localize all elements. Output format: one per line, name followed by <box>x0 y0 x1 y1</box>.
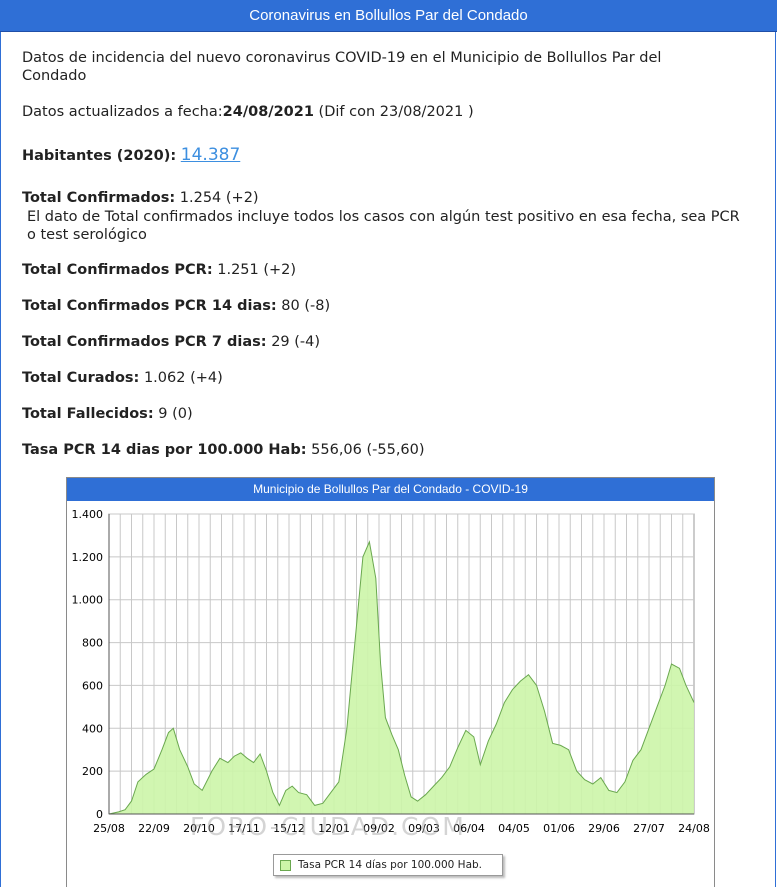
page-title-bar: Coronavirus en Bollullos Par del Condado <box>0 0 777 32</box>
x-tick-label: 09/03 <box>408 822 440 835</box>
x-tick-label: 27/07 <box>633 822 665 835</box>
stat-label: Total Confirmados PCR 7 dias: <box>22 334 267 350</box>
stat-label: Tasa PCR 14 dias por 100.000 Hab: <box>22 442 307 458</box>
chart-legend: Tasa PCR 14 días por 100.000 Hab. <box>273 854 503 876</box>
stat-confirmados: Total Confirmados: 1.254 (+2) <box>22 189 259 207</box>
stat-value: 1.062 (+4) <box>143 370 223 386</box>
habitantes-link[interactable]: 14.387 <box>181 145 240 165</box>
x-tick-label: 12/01 <box>318 822 350 835</box>
y-tick-label: 1.400 <box>72 508 104 521</box>
x-tick-label: 17/11 <box>228 822 260 835</box>
intro-line-1: Datos de incidencia del nuevo coronaviru… <box>22 50 662 66</box>
x-tick-label: 24/08 <box>678 822 710 835</box>
stat-label: Total Confirmados PCR: <box>22 262 213 278</box>
y-tick-label: 400 <box>82 722 103 735</box>
habitantes-row: Habitantes (2020): 14.387 <box>22 145 240 166</box>
stat-pcr-7: Total Confirmados PCR 7 dias: 29 (-4) <box>22 333 320 351</box>
update-label: Datos actualizados a fecha: <box>22 104 223 120</box>
x-tick-label: 22/09 <box>138 822 170 835</box>
stat-label: Total Curados: <box>22 370 140 386</box>
stat-label: Total Confirmados: <box>22 190 176 206</box>
stat-value: 80 (-8) <box>281 298 331 314</box>
stat-value: 556,06 (-55,60) <box>311 442 425 458</box>
x-tick-label: 29/06 <box>588 822 620 835</box>
update-date: 24/08/2021 <box>222 104 314 120</box>
x-tick-label: 06/04 <box>453 822 485 835</box>
habitantes-label: Habitantes (2020): <box>22 148 177 164</box>
y-tick-label: 600 <box>82 679 103 692</box>
y-tick-label: 1.000 <box>72 594 104 607</box>
x-tick-label: 09/02 <box>363 822 395 835</box>
stat-value: 1.251 (+2) <box>217 262 297 278</box>
intro-line-2: Condado <box>22 68 87 84</box>
y-tick-label: 1.200 <box>72 551 104 564</box>
legend-label: Tasa PCR 14 días por 100.000 Hab. <box>298 859 483 871</box>
update-info: Datos actualizados a fecha:24/08/2021 (D… <box>22 103 474 121</box>
x-tick-label: 20/10 <box>183 822 215 835</box>
stat-value: 29 (-4) <box>271 334 321 350</box>
legend-swatch <box>280 860 291 871</box>
stat-pcr: Total Confirmados PCR: 1.251 (+2) <box>22 261 296 279</box>
stat-label: Total Confirmados PCR 14 dias: <box>22 298 277 314</box>
confirmados-note: El dato de Total confirmados incluye tod… <box>27 209 740 243</box>
stat-value: 9 (0) <box>158 406 193 422</box>
stat-pcr-14: Total Confirmados PCR 14 dias: 80 (-8) <box>22 297 330 315</box>
y-tick-label: 0 <box>96 808 103 821</box>
stat-label: Total Fallecidos: <box>22 406 154 422</box>
x-tick-label: 01/06 <box>543 822 575 835</box>
stat-value: 1.254 (+2) <box>179 190 259 206</box>
chart-title: Municipio de Bollullos Par del Condado -… <box>67 478 714 501</box>
y-tick-label: 800 <box>82 637 103 650</box>
stat-fallecidos: Total Fallecidos: 9 (0) <box>22 405 193 423</box>
stat-tasa: Tasa PCR 14 dias por 100.000 Hab: 556,06… <box>22 441 425 459</box>
incidence-chart: 0 200 400 600 800 1.000 1.200 1.400 25/08 22/09 20… <box>72 508 710 835</box>
y-tick-label: 200 <box>82 765 103 778</box>
x-tick-label: 15/12 <box>273 822 305 835</box>
stat-curados: Total Curados: 1.062 (+4) <box>22 369 223 387</box>
x-tick-label: 25/08 <box>93 822 125 835</box>
x-tick-label: 04/05 <box>498 822 530 835</box>
page-title: Coronavirus en Bollullos Par del Condado <box>249 7 528 24</box>
update-diff: (Dif con 23/08/2021 ) <box>313 104 474 120</box>
